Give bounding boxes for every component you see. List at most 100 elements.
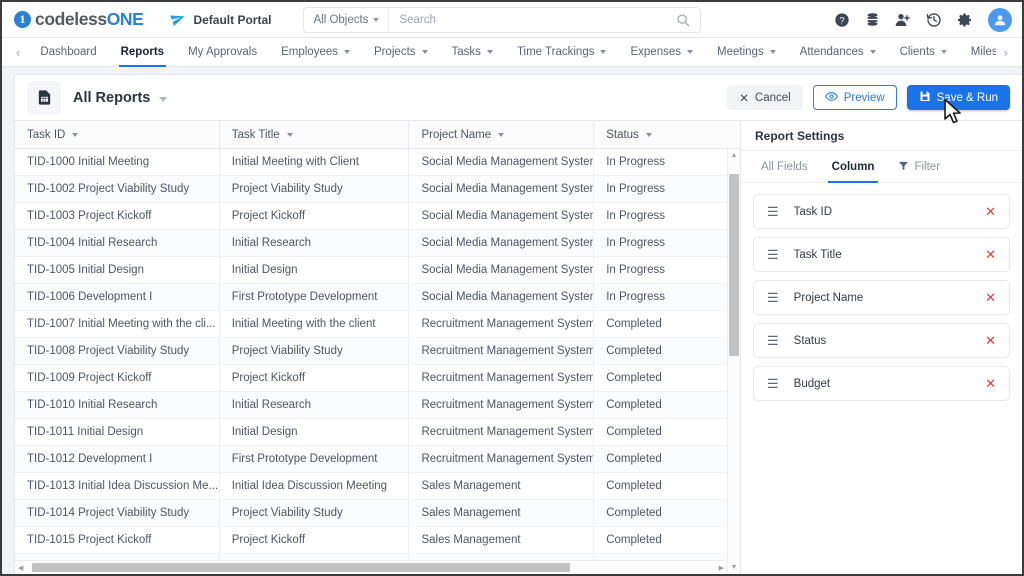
column-card[interactable]: ☰ Task Title ✕: [753, 237, 1010, 272]
database-icon[interactable]: [865, 12, 880, 27]
nav-item-label: Clients: [899, 46, 935, 58]
remove-column-icon[interactable]: ✕: [985, 291, 996, 304]
horizontal-scroll-track[interactable]: [26, 561, 715, 574]
vertical-scroll-thumb[interactable]: [729, 174, 739, 356]
column-header-task-id[interactable]: Task ID: [15, 121, 220, 148]
table-row[interactable]: TID-1013 Initial Idea Discussion Me... In…: [15, 473, 740, 500]
nav-scroll-left-icon[interactable]: ‹: [8, 45, 28, 60]
table-vertical-scrollbar[interactable]: ▲ ▼: [727, 149, 740, 574]
nav-item-projects[interactable]: Projects: [362, 38, 440, 67]
nav-item-tasks[interactable]: Tasks: [440, 38, 505, 67]
remove-column-icon[interactable]: ✕: [985, 248, 996, 261]
reports-table: Task ID Task Title Project Name Status TID-…: [15, 121, 741, 574]
remove-column-icon[interactable]: ✕: [985, 377, 996, 390]
chevron-down-icon: [687, 50, 693, 54]
drag-handle-icon[interactable]: ☰: [767, 291, 779, 304]
column-card[interactable]: ☰ Project Name ✕: [753, 280, 1010, 315]
table-row[interactable]: TID-1006 Development I First Prototype De…: [15, 284, 740, 311]
object-filter-select[interactable]: All Objects: [304, 7, 390, 32]
drag-handle-icon[interactable]: ☰: [767, 334, 779, 347]
save-disk-icon: [919, 90, 931, 105]
table-row[interactable]: TID-1003 Project Kickoff Project Kickoff S…: [15, 203, 740, 230]
table-row[interactable]: TID-1004 Initial Research Initial Researc…: [15, 230, 740, 257]
tab-filter[interactable]: Filter: [888, 151, 950, 183]
table-row[interactable]: TID-1009 Project Kickoff Project Kickoff R…: [15, 365, 740, 392]
scroll-left-icon[interactable]: ◀: [15, 564, 26, 572]
table-row[interactable]: TID-1007 Initial Meeting with the cli...…: [15, 311, 740, 338]
remove-column-icon[interactable]: ✕: [985, 205, 996, 218]
table-row[interactable]: TID-1012 Development I First Prototype De…: [15, 446, 740, 473]
table-row[interactable]: TID-1011 Initial Design Initial Design Rec…: [15, 419, 740, 446]
chevron-down-icon: [940, 50, 947, 54]
table-horizontal-scrollbar[interactable]: ◀ ▶: [15, 560, 727, 574]
tab-all-fields[interactable]: All Fields: [751, 151, 818, 183]
table-cell: Project Viability Study: [220, 338, 410, 364]
nav-item-time-trackings[interactable]: Time Trackings: [505, 38, 619, 67]
nav-item-milestones[interactable]: Milestones: [959, 38, 996, 67]
nav-item-clients[interactable]: Clients: [888, 38, 959, 67]
table-cell: TID-1015 Project Kickoff: [15, 527, 220, 553]
help-icon[interactable]: ?: [834, 12, 850, 28]
portal-name: Default Portal: [193, 12, 272, 27]
table-body: TID-1000 Initial Meeting Initial Meeting …: [15, 149, 740, 574]
scroll-up-icon[interactable]: ▲: [731, 149, 738, 162]
tab-label: Filter: [914, 160, 941, 173]
table-row[interactable]: TID-1015 Project Kickoff Project Kickoff S…: [15, 527, 740, 554]
search-icon[interactable]: [676, 13, 700, 27]
table-cell: Completed: [606, 534, 662, 546]
remove-column-icon[interactable]: ✕: [985, 334, 996, 347]
drag-handle-icon[interactable]: ☰: [767, 377, 779, 390]
history-icon[interactable]: [926, 12, 942, 28]
nav-item-attendances[interactable]: Attendances: [788, 38, 888, 67]
scroll-right-icon[interactable]: ▶: [716, 564, 727, 572]
nav-item-my-approvals[interactable]: My Approvals: [176, 38, 269, 67]
add-user-icon[interactable]: [895, 12, 911, 28]
search-input[interactable]: [389, 13, 677, 26]
scroll-down-icon[interactable]: ▼: [731, 561, 738, 574]
table-cell: Social Media Management System: [409, 149, 595, 175]
avatar[interactable]: [988, 7, 1012, 32]
table-row[interactable]: TID-1008 Project Viability Study Project …: [15, 338, 740, 365]
horizontal-scroll-thumb[interactable]: [32, 563, 571, 572]
table-row[interactable]: TID-1014 Project Viability Study Project …: [15, 500, 740, 527]
save-and-run-button[interactable]: Save & Run: [906, 85, 1010, 110]
nav-item-label: Time Trackings: [516, 46, 595, 58]
table-row[interactable]: TID-1010 Initial Research Initial Researc…: [15, 392, 740, 419]
global-search: All Objects: [303, 6, 702, 33]
chevron-down-icon: [869, 50, 876, 54]
table-cell: Recruitment Management System: [409, 446, 595, 472]
nav-item-label: Tasks: [451, 46, 481, 58]
nav-item-label: Meetings: [717, 46, 764, 58]
nav-item-dashboard[interactable]: Dashboard: [28, 38, 108, 67]
app-logo[interactable]: codelessONE: [14, 9, 144, 30]
gear-icon[interactable]: [957, 12, 973, 28]
column-header-project-name[interactable]: Project Name: [409, 121, 595, 148]
column-card-label: Project Name: [793, 291, 864, 304]
card-header: All Reports ✕ Cancel Preview Save & Run: [15, 75, 1022, 121]
column-header-status[interactable]: Status: [594, 121, 740, 148]
nav-item-employees[interactable]: Employees: [269, 38, 362, 67]
page-title-dropdown[interactable]: [159, 89, 168, 107]
nav-item-label: Expenses: [630, 46, 681, 58]
column-card[interactable]: ☰ Budget ✕: [753, 366, 1010, 401]
nav-scroll-right-icon[interactable]: ›: [996, 45, 1016, 60]
table-row[interactable]: TID-1000 Initial Meeting Initial Meeting …: [15, 149, 740, 176]
table-row[interactable]: TID-1002 Project Viability Study Project …: [15, 176, 740, 203]
column-card[interactable]: ☰ Status ✕: [753, 323, 1010, 358]
column-header-task-title[interactable]: Task Title: [220, 121, 410, 148]
vertical-scroll-track[interactable]: [728, 162, 740, 561]
preview-button[interactable]: Preview: [812, 85, 897, 110]
nav-item-reports[interactable]: Reports: [109, 38, 176, 67]
drag-handle-icon[interactable]: ☰: [767, 205, 779, 218]
cancel-button[interactable]: ✕ Cancel: [727, 85, 803, 110]
portal-selector[interactable]: Default Portal: [170, 11, 272, 29]
nav-item-expenses[interactable]: Expenses: [618, 38, 705, 67]
nav-item-meetings[interactable]: Meetings: [705, 38, 788, 67]
tab-column[interactable]: Column: [822, 151, 885, 183]
table-cell: Initial Meeting with Client: [220, 149, 410, 175]
table-row[interactable]: TID-1005 Initial Design Initial Design Soc…: [15, 257, 740, 284]
drag-handle-icon[interactable]: ☰: [767, 248, 779, 261]
table-cell: Completed: [606, 318, 662, 330]
selected-columns-list: ☰ Task ID ✕ ☰ Task Title ✕ ☰ Project Name ✕ ☰ Stat…: [741, 183, 1022, 401]
column-card[interactable]: ☰ Task ID ✕: [753, 194, 1010, 229]
